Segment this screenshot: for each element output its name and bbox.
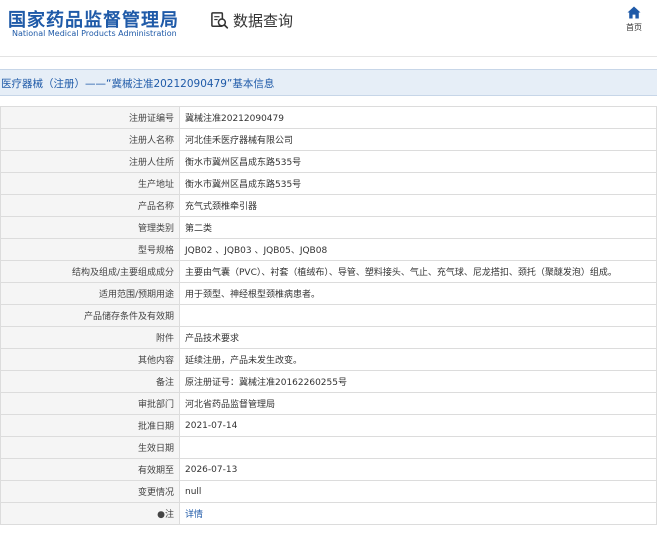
- table-row: 批准日期 2021-07-14: [0, 414, 657, 437]
- field-value: 第二类: [179, 216, 657, 239]
- table-row: 其他内容 延续注册，产品未发生改变。: [0, 348, 657, 371]
- table-row: 注册人名称 河北佳禾医疗器械有限公司: [0, 128, 657, 151]
- table-row: 注册人住所 衡水市冀州区昌成东路535号: [0, 150, 657, 173]
- details-link[interactable]: 详情: [179, 502, 657, 525]
- table-row: 型号规格 JQB02 、JQB03 、JQB05、JQB08: [0, 238, 657, 261]
- field-label: 有效期至: [0, 458, 180, 481]
- field-value: 河北佳禾医疗器械有限公司: [179, 128, 657, 151]
- home-button[interactable]: 首页: [619, 6, 649, 33]
- field-value: 延续注册，产品未发生改变。: [179, 348, 657, 371]
- field-value: 衡水市冀州区昌成东路535号: [179, 172, 657, 195]
- field-label: 审批部门: [0, 392, 180, 415]
- field-value: 2026-07-13: [179, 458, 657, 481]
- field-label: 备注: [0, 370, 180, 393]
- field-label: 其他内容: [0, 348, 180, 371]
- table-row: 生产地址 衡水市冀州区昌成东路535号: [0, 172, 657, 195]
- data-search-nav[interactable]: 数据查询: [210, 8, 293, 32]
- table-row: 产品储存条件及有效期: [0, 304, 657, 327]
- field-label: 注册人住所: [0, 150, 180, 173]
- table-row: 备注 原注册证号：冀械注准20162260255号: [0, 370, 657, 393]
- field-label: 生产地址: [0, 172, 180, 195]
- site-header: 国家药品监督管理局 National Medical Products Admi…: [0, 0, 657, 56]
- field-value: null: [179, 480, 657, 503]
- field-label: 管理类别: [0, 216, 180, 239]
- home-icon: [627, 6, 641, 19]
- record-title-bar: 医疗器械（注册）——“冀械注准20212090479”基本信息: [0, 69, 657, 96]
- field-label: 附件: [0, 326, 180, 349]
- field-value: 原注册证号：冀械注准20162260255号: [179, 370, 657, 393]
- record-title: 医疗器械（注册）——“冀械注准20212090479”基本信息: [1, 78, 275, 90]
- field-value: [179, 304, 657, 327]
- field-value: 河北省药品监督管理局: [179, 392, 657, 415]
- table-row: 适用范围/预期用途 用于颈型、神经根型颈椎病患者。: [0, 282, 657, 305]
- table-row: 变更情况 null: [0, 480, 657, 503]
- field-value: 冀械注准20212090479: [179, 106, 657, 129]
- table-row: 审批部门 河北省药品监督管理局: [0, 392, 657, 415]
- field-label: 注册证编号: [0, 106, 180, 129]
- table-row: 注册证编号 冀械注准20212090479: [0, 106, 657, 129]
- field-label: 结构及组成/主要组成成分: [0, 260, 180, 283]
- field-value: 主要由气囊（PVC）、衬套（植绒布）、导管、塑料接头、气止、充气球、尼龙搭扣、颈…: [179, 260, 657, 283]
- field-value: 产品技术要求: [179, 326, 657, 349]
- field-label: 型号规格: [0, 238, 180, 261]
- field-label: 产品储存条件及有效期: [0, 304, 180, 327]
- table-row: 有效期至 2026-07-13: [0, 458, 657, 481]
- field-value: 用于颈型、神经根型颈椎病患者。: [179, 282, 657, 305]
- table-row: ●注 详情: [0, 502, 657, 525]
- magnifier-document-icon: [211, 11, 229, 29]
- data-search-label: 数据查询: [233, 11, 294, 30]
- field-label: ●注: [0, 502, 180, 525]
- field-value: 2021-07-14: [179, 414, 657, 437]
- field-label: 生效日期: [0, 436, 180, 459]
- field-label: 适用范围/预期用途: [0, 282, 180, 305]
- field-label: 注册人名称: [0, 128, 180, 151]
- field-value: 充气式颈椎牵引器: [179, 194, 657, 217]
- registration-info-table: 注册证编号 冀械注准20212090479 注册人名称 河北佳禾医疗器械有限公司 注…: [0, 106, 657, 525]
- field-value: [179, 436, 657, 459]
- table-row: 产品名称 充气式颈椎牵引器: [0, 194, 657, 217]
- field-value: 衡水市冀州区昌成东路535号: [179, 150, 657, 173]
- table-row: 管理类别 第二类: [0, 216, 657, 239]
- field-label: 产品名称: [0, 194, 180, 217]
- table-row: 生效日期: [0, 436, 657, 459]
- table-row: 结构及组成/主要组成成分 主要由气囊（PVC）、衬套（植绒布）、导管、塑料接头、气…: [0, 260, 657, 283]
- field-value: JQB02 、JQB03 、JQB05、JQB08: [179, 238, 657, 261]
- header-divider: [0, 56, 657, 57]
- home-label: 首页: [626, 23, 642, 32]
- field-label: 批准日期: [0, 414, 180, 437]
- table-row: 附件 产品技术要求: [0, 326, 657, 349]
- field-label: 变更情况: [0, 480, 180, 503]
- site-logo-en: National Medical Products Administration: [12, 29, 177, 38]
